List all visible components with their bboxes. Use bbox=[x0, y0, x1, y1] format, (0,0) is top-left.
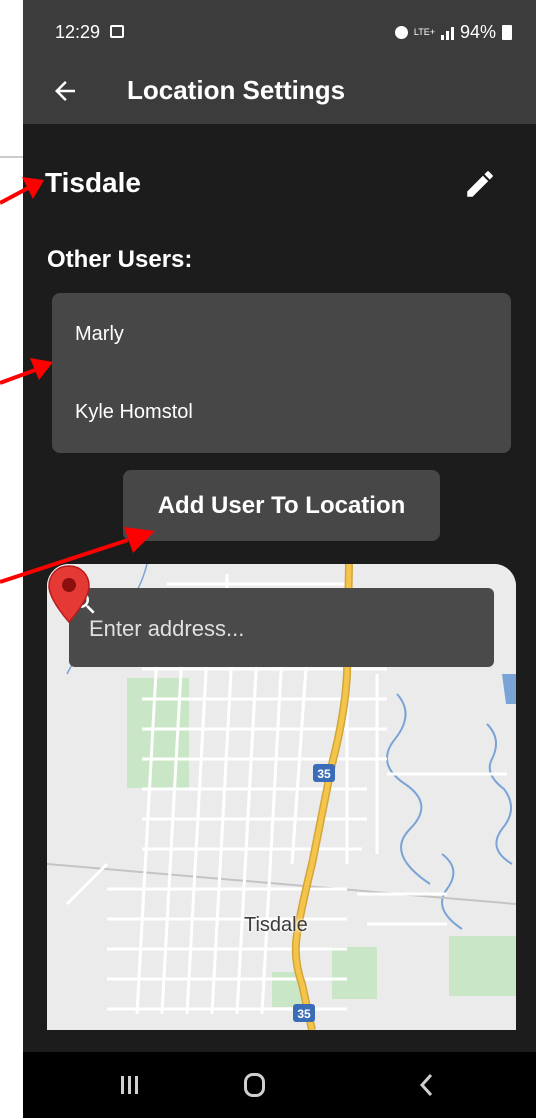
arrow-to-add-user-button-icon bbox=[0, 527, 155, 584]
annotation-arrows bbox=[0, 156, 155, 584]
arrow-to-users-list-icon bbox=[0, 358, 53, 385]
arrow-to-location-name-icon bbox=[0, 177, 44, 205]
